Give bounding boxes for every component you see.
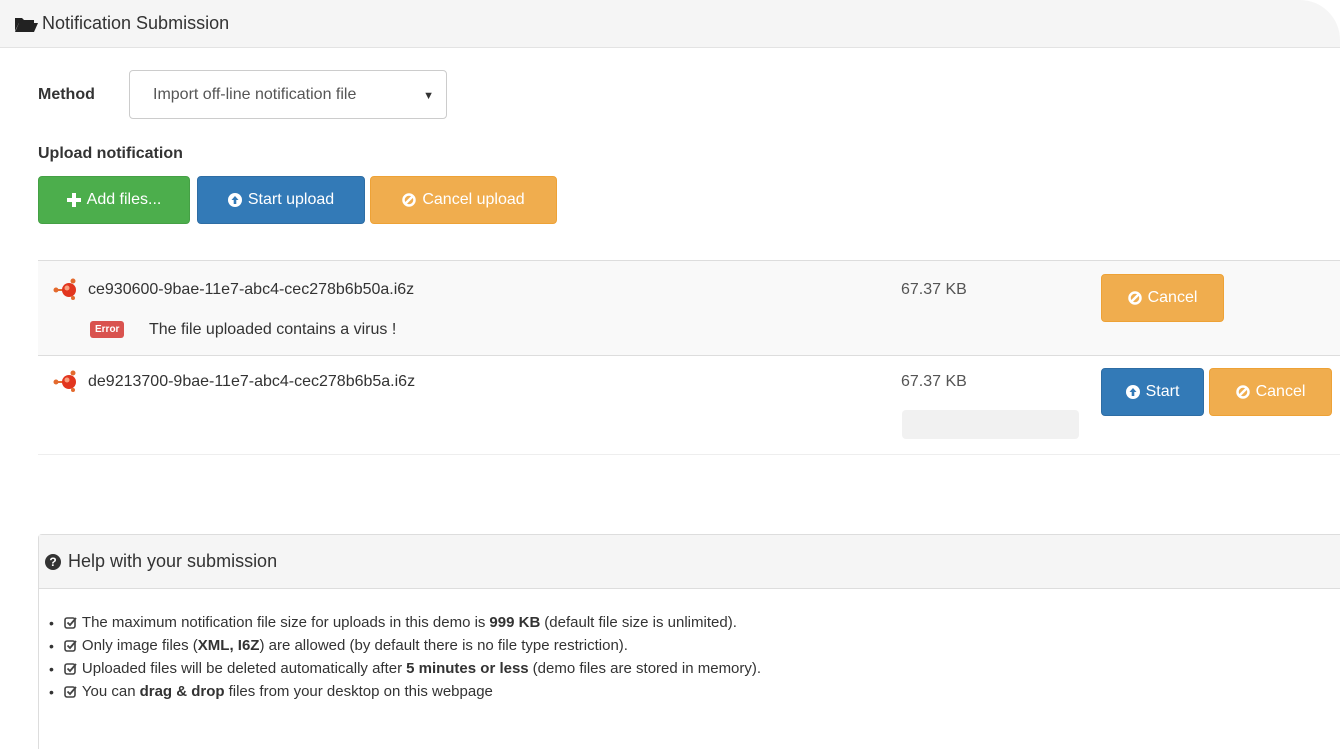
help-bold: 999 KB <box>489 614 541 631</box>
start-upload-button[interactable]: Start upload <box>197 176 365 224</box>
help-bold: XML, I6Z <box>197 637 260 654</box>
cancel-upload-button[interactable]: Cancel upload <box>370 176 557 224</box>
list-item: • Only image files ( XML, I6Z ) are allo… <box>49 634 1340 657</box>
method-label: Method <box>38 86 95 103</box>
error-badge: Error <box>90 321 125 338</box>
file-size: 67.37 KB <box>901 373 967 390</box>
table-row: ce930600-9bae-11e7-abc4-cec278b6b50a.i6z… <box>38 260 1340 355</box>
help-bold: 5 minutes or less <box>406 660 529 677</box>
plus-icon <box>66 193 81 207</box>
panel-title: Notification Submission <box>42 13 230 33</box>
folder-open-icon <box>15 17 38 32</box>
list-item: • You can drag & drop files from your de… <box>49 680 1340 703</box>
file-cancel-label: Cancel <box>1255 383 1306 400</box>
bullet-icon: • <box>49 660 54 677</box>
molecule-icon <box>53 278 76 300</box>
file-cancel-label: Cancel <box>1147 289 1198 306</box>
file-cancel-button[interactable]: Cancel <box>1209 368 1332 416</box>
help-text: (demo files are stored in memory). <box>532 660 762 677</box>
ban-circle-icon <box>402 193 417 207</box>
panel-header: Notification Submission <box>0 0 1340 48</box>
question-circle-icon: ? <box>45 553 61 570</box>
circle-arrow-up-icon <box>1125 385 1140 399</box>
help-text: files from your desktop on this webpage <box>228 683 493 700</box>
check-square-icon <box>64 639 77 652</box>
caret-down-icon: ▼ <box>423 90 434 102</box>
file-start-button[interactable]: Start <box>1101 368 1204 416</box>
help-panel: ? Help with your submission • The maximu… <box>38 534 1340 749</box>
bullet-icon: • <box>49 637 54 654</box>
check-square-icon <box>64 685 77 698</box>
file-start-label: Start <box>1145 383 1180 400</box>
add-files-label: Add files... <box>86 191 162 208</box>
add-files-button[interactable]: Add files... <box>38 176 190 224</box>
file-size: 67.37 KB <box>901 281 967 298</box>
help-text: Only image files ( <box>81 637 198 654</box>
help-text: Uploaded files will be deleted automatic… <box>81 660 403 677</box>
help-text: The maximum notification file size for u… <box>81 614 486 631</box>
help-text: (default file size is unlimited). <box>544 614 737 631</box>
ban-circle-icon <box>1127 291 1142 305</box>
start-upload-label: Start upload <box>247 191 335 208</box>
upload-progress-bar <box>902 410 1079 439</box>
upload-label: Upload notification <box>38 145 183 162</box>
bullet-icon: • <box>49 614 54 631</box>
ban-circle-icon <box>1235 385 1250 399</box>
list-item: • The maximum notification file size for… <box>49 611 1340 634</box>
cancel-upload-label: Cancel upload <box>422 191 525 208</box>
help-text: You can <box>81 683 136 700</box>
help-bold: drag & drop <box>139 683 225 700</box>
molecule-icon <box>53 370 76 392</box>
help-title: Help with your submission <box>68 551 278 571</box>
method-select[interactable]: Import off-line notification file ▼ <box>129 70 447 119</box>
list-item: • Uploaded files will be deleted automat… <box>49 657 1340 680</box>
table-row: de9213700-9bae-11e7-abc4-cec278b6b5a.i6z… <box>38 355 1340 455</box>
file-name: ce930600-9bae-11e7-abc4-cec278b6b50a.i6z <box>88 281 415 298</box>
error-message: The file uploaded contains a virus ! <box>149 321 397 338</box>
help-text: ) are allowed (by default there is no fi… <box>259 637 628 654</box>
help-header: ? Help with your submission <box>39 535 1340 589</box>
check-square-icon <box>64 662 77 675</box>
file-cancel-button[interactable]: Cancel <box>1101 274 1224 322</box>
bullet-icon: • <box>49 683 54 700</box>
circle-arrow-up-icon <box>227 193 242 207</box>
method-selected-value: Import off-line notification file <box>153 85 357 103</box>
file-name: de9213700-9bae-11e7-abc4-cec278b6b5a.i6z <box>88 373 416 390</box>
help-list: • The maximum notification file size for… <box>39 589 1340 703</box>
check-square-icon <box>64 616 77 629</box>
